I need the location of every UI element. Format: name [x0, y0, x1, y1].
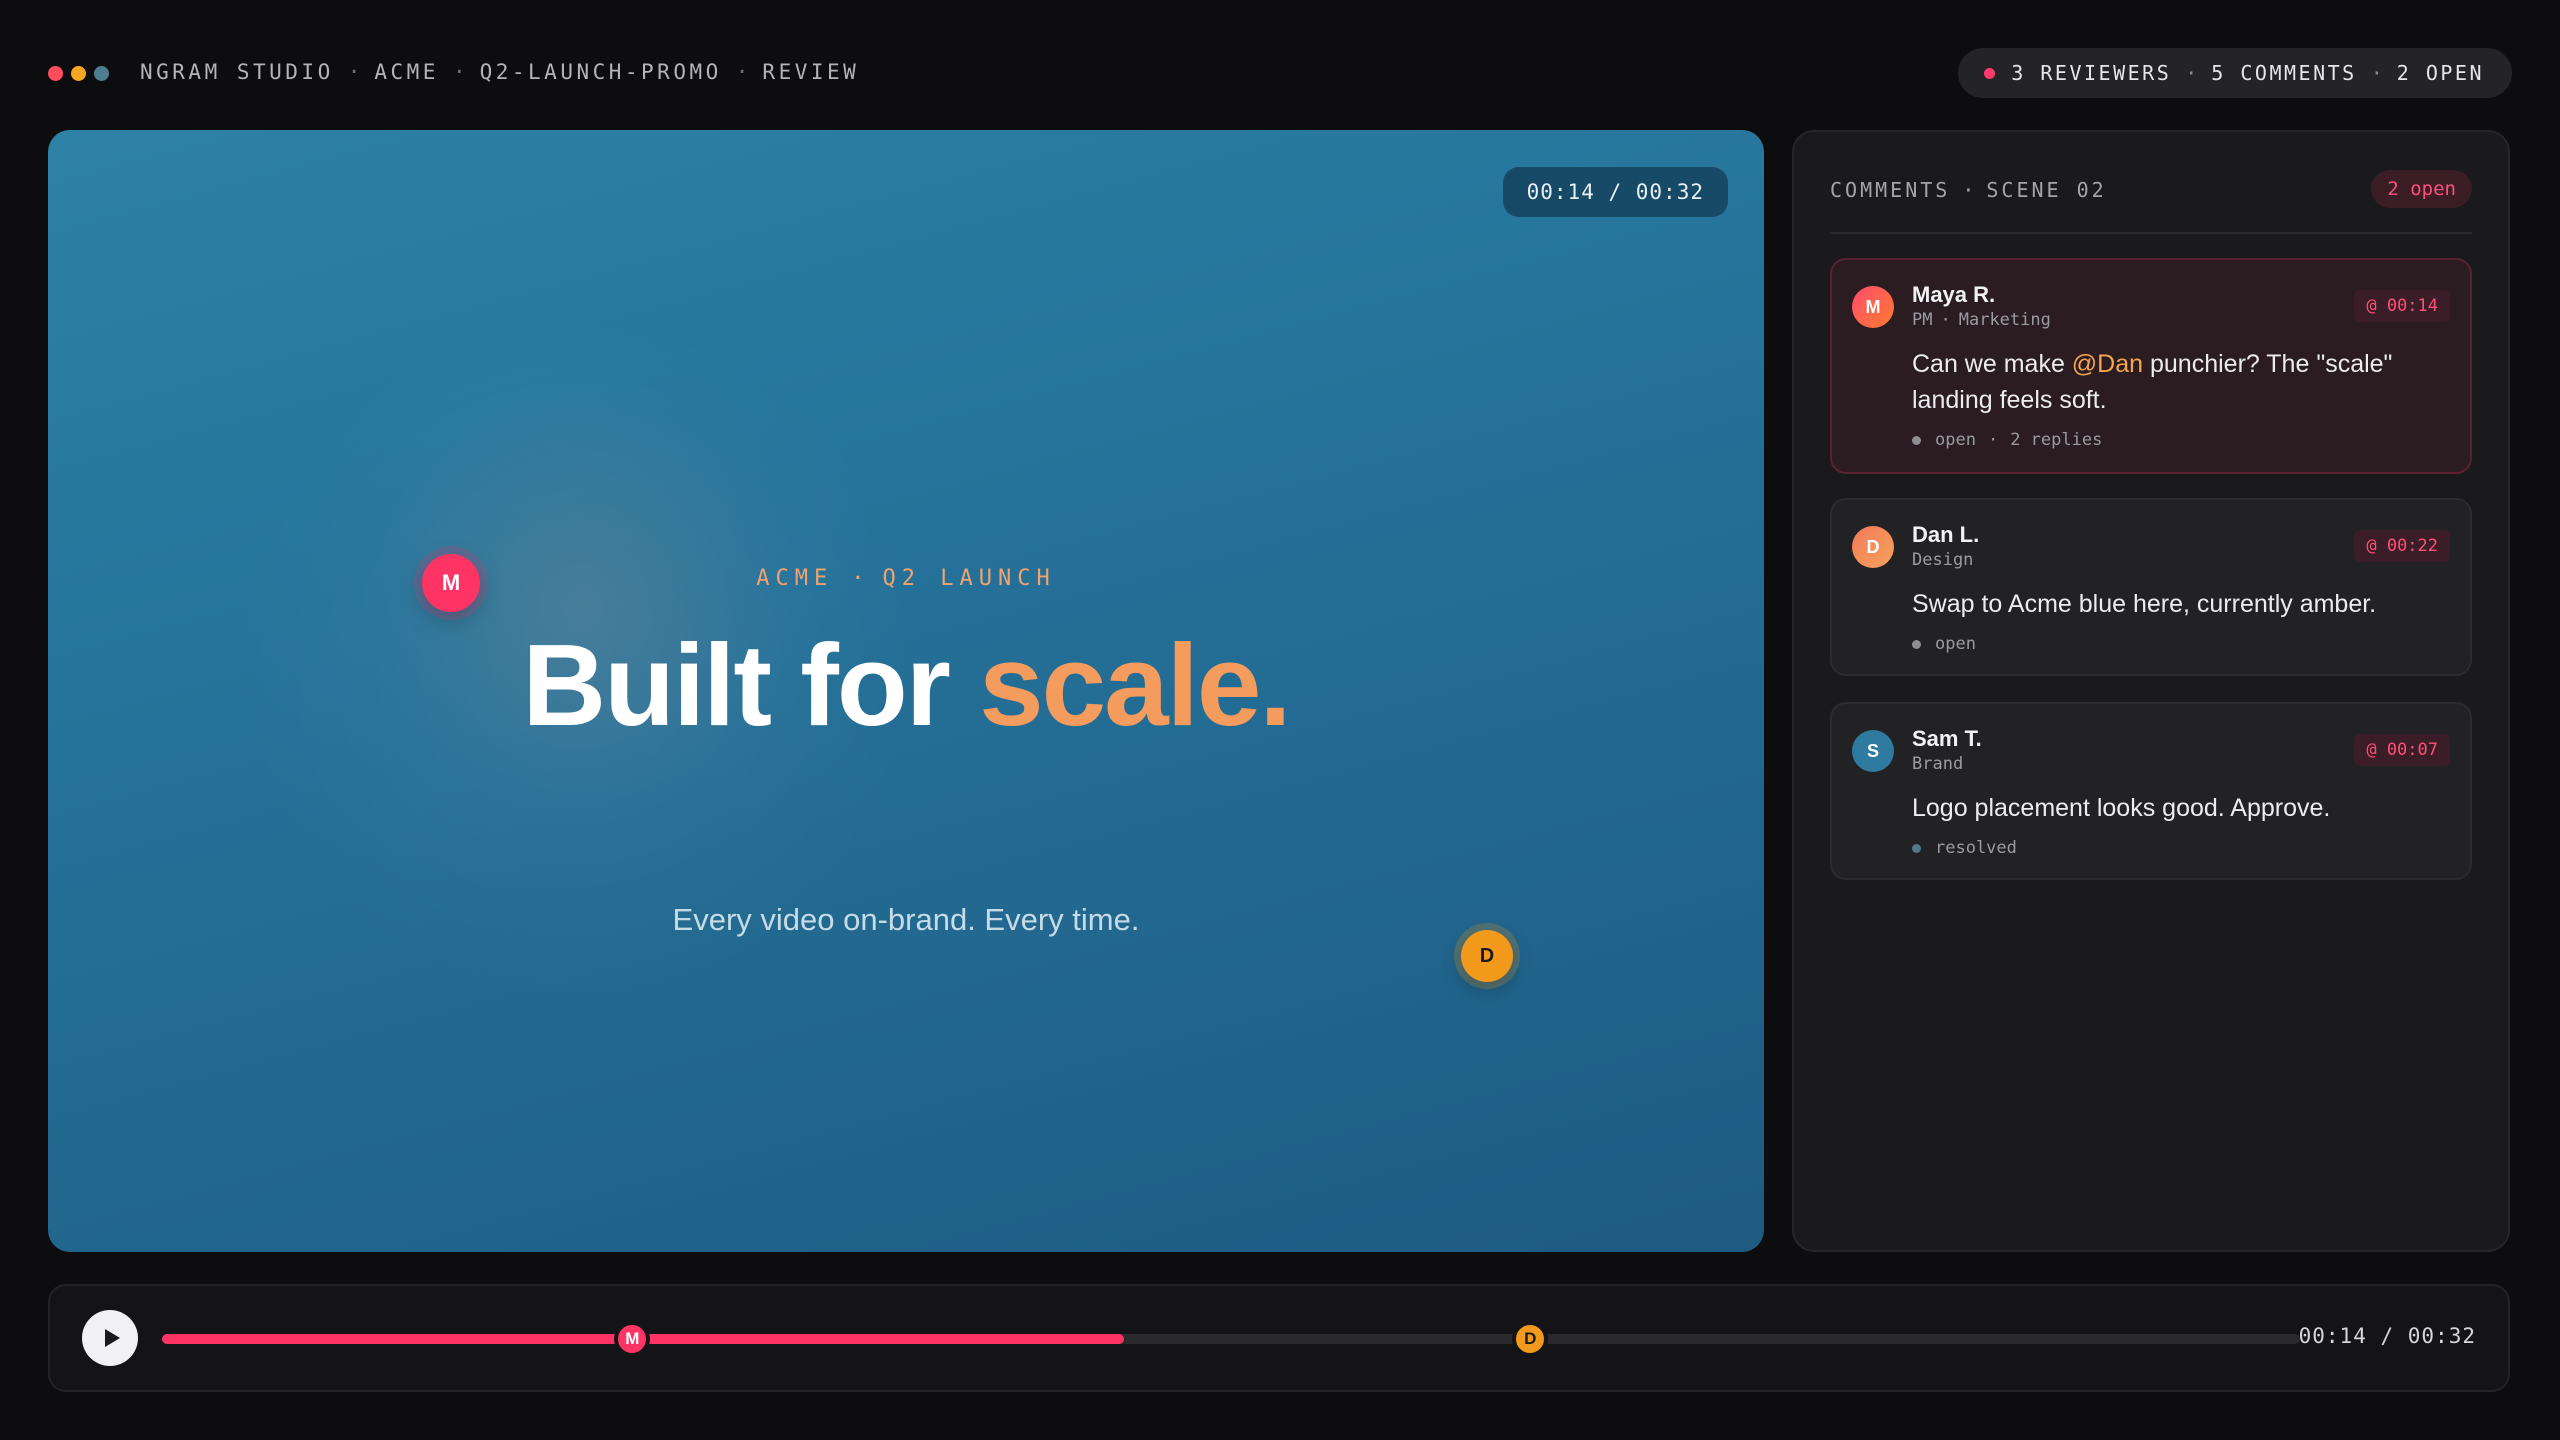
timeline-marker-maya[interactable]: M: [614, 1321, 651, 1357]
timeline-marker-dan[interactable]: D: [1512, 1321, 1549, 1357]
video-subline: Every video on-brand. Every time.: [672, 902, 1140, 937]
comment-role: Brand: [1912, 754, 1964, 774]
avatar: S: [1852, 730, 1894, 772]
top-bar: NGRAM STUDIO · ACME · Q2-LAUNCH-PROMO · REVIEW…: [48, 48, 2512, 100]
scrub-track[interactable]: M D: [162, 1321, 2300, 1357]
status-dot-icon: [1912, 639, 1921, 649]
close-dot[interactable]: [48, 66, 63, 81]
breadcrumb-client[interactable]: ACME: [374, 60, 439, 84]
play-button[interactable]: [82, 1310, 138, 1366]
comment-status: resolved: [1912, 838, 2017, 858]
play-icon: [104, 1329, 120, 1347]
comments-panel-title: COMMENTS · SCENE 02: [1830, 178, 2107, 202]
open-comments-badge[interactable]: 2 open: [2371, 170, 2472, 208]
live-indicator-icon: [1984, 67, 1996, 79]
avatar: M: [1852, 286, 1894, 328]
breadcrumb-project[interactable]: Q2-LAUNCH-PROMO: [480, 60, 722, 84]
breadcrumb-current: REVIEW: [762, 60, 860, 84]
window-controls: [48, 66, 109, 81]
comment-card-maya[interactable]: M Maya R. PM · Marketing @ 00:14 Can we ma…: [1830, 258, 2472, 474]
comment-pin-maya[interactable]: M: [422, 554, 480, 612]
reviewers-count: 3 REVIEWERS: [2011, 61, 2172, 85]
comment-pin-dan[interactable]: D: [1461, 930, 1513, 982]
comment-text: Can we make @Dan punchier? The "scale" l…: [1912, 350, 2393, 414]
comment-author: Dan L.: [1912, 522, 1980, 547]
comment-timestamp[interactable]: @ 00:22: [2354, 530, 2450, 562]
comment-timestamp[interactable]: @ 00:07: [2354, 734, 2450, 766]
timeline-timecode: 00:14 / 00:32: [2298, 1324, 2476, 1348]
mention-link[interactable]: @Dan: [2072, 350, 2143, 378]
comment-text: Swap to Acme blue here, currently amber.: [1912, 590, 2377, 618]
breadcrumb: NGRAM STUDIO · ACME · Q2-LAUNCH-PROMO · REVIEW: [140, 60, 860, 84]
status-dot-icon: [1912, 435, 1921, 445]
comment-role: PM · Marketing: [1912, 310, 2051, 330]
comments-count: 5 COMMENTS: [2211, 61, 2357, 85]
playback-timeline: M D 00:14 / 00:32: [48, 1284, 2510, 1392]
comment-text: Logo placement looks good. Approve.: [1912, 794, 2331, 822]
video-kicker: ACME · Q2 LAUNCH: [756, 566, 1056, 591]
comment-author: Maya R.: [1912, 282, 1996, 307]
status-dot-icon: [1912, 843, 1921, 853]
breadcrumb-studio[interactable]: NGRAM STUDIO: [140, 60, 334, 84]
replies-link[interactable]: 2 replies: [2010, 430, 2102, 450]
review-stats-pill: 3 REVIEWERS · 5 COMMENTS · 2 OPEN: [1958, 48, 2512, 98]
avatar: D: [1852, 526, 1894, 568]
video-preview[interactable]: 00:14 / 00:32 ACME · Q2 LAUNCH Built for s…: [48, 130, 1764, 1252]
comments-panel-header: COMMENTS · SCENE 02 2 open: [1830, 170, 2472, 220]
comment-status: open: [1912, 634, 1976, 654]
comment-role: Design: [1912, 550, 1974, 570]
comment-card-dan[interactable]: D Dan L. Design @ 00:22 Swap to Acme blu…: [1830, 498, 2472, 676]
comment-status: open · 2 replies: [1912, 430, 2102, 450]
comments-panel: COMMENTS · SCENE 02 2 open M Maya R. PM · Ma…: [1792, 130, 2510, 1252]
comment-card-sam[interactable]: S Sam T. Brand @ 00:07 Logo placement lo…: [1830, 702, 2472, 880]
comment-author: Sam T.: [1912, 726, 1982, 751]
minimize-dot[interactable]: [71, 66, 86, 81]
video-timecode: 00:14 / 00:32: [1502, 167, 1728, 217]
video-headline: Built for scale.: [522, 620, 1291, 750]
maximize-dot[interactable]: [94, 66, 109, 81]
divider: [1830, 232, 2472, 234]
open-count: 2 OPEN: [2396, 61, 2484, 85]
comment-timestamp[interactable]: @ 00:14: [2354, 290, 2450, 322]
